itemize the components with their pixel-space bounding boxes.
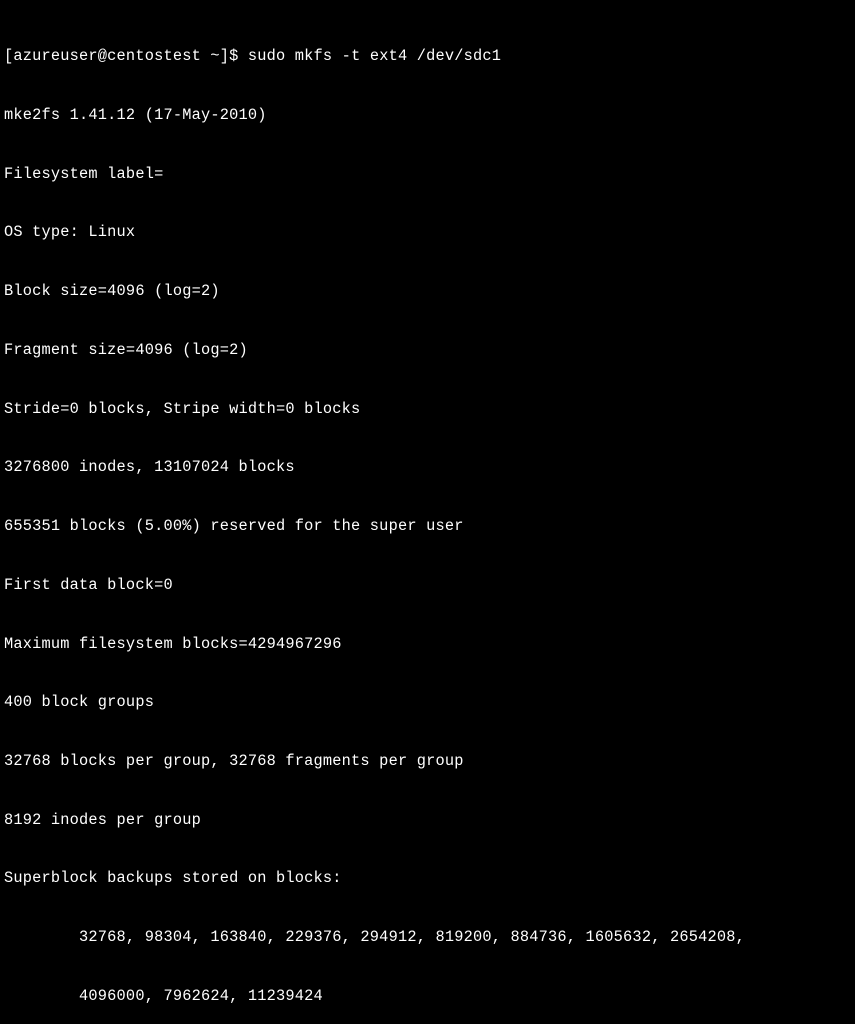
output-line: 32768, 98304, 163840, 229376, 294912, 81… <box>4 928 851 948</box>
output-line: Block size=4096 (log=2) <box>4 282 851 302</box>
output-line: Superblock backups stored on blocks: <box>4 869 851 889</box>
output-line: First data block=0 <box>4 576 851 596</box>
output-line: 8192 inodes per group <box>4 811 851 831</box>
output-line: 32768 blocks per group, 32768 fragments … <box>4 752 851 772</box>
output-line: 4096000, 7962624, 11239424 <box>4 987 851 1007</box>
output-line: Maximum filesystem blocks=4294967296 <box>4 635 851 655</box>
terminal-window[interactable]: [azureuser@centostest ~]$ sudo mkfs -t e… <box>4 8 851 1024</box>
output-line: Filesystem label= <box>4 165 851 185</box>
output-line: OS type: Linux <box>4 223 851 243</box>
output-line: 400 block groups <box>4 693 851 713</box>
command-text: sudo mkfs -t ext4 /dev/sdc1 <box>248 47 501 65</box>
shell-prompt: [azureuser@centostest ~]$ <box>4 47 239 65</box>
output-line: mke2fs 1.41.12 (17-May-2010) <box>4 106 851 126</box>
output-line: 3276800 inodes, 13107024 blocks <box>4 458 851 478</box>
command-line: [azureuser@centostest ~]$ sudo mkfs -t e… <box>4 47 851 67</box>
output-line: Stride=0 blocks, Stripe width=0 blocks <box>4 400 851 420</box>
output-line: Fragment size=4096 (log=2) <box>4 341 851 361</box>
output-line: 655351 blocks (5.00%) reserved for the s… <box>4 517 851 537</box>
